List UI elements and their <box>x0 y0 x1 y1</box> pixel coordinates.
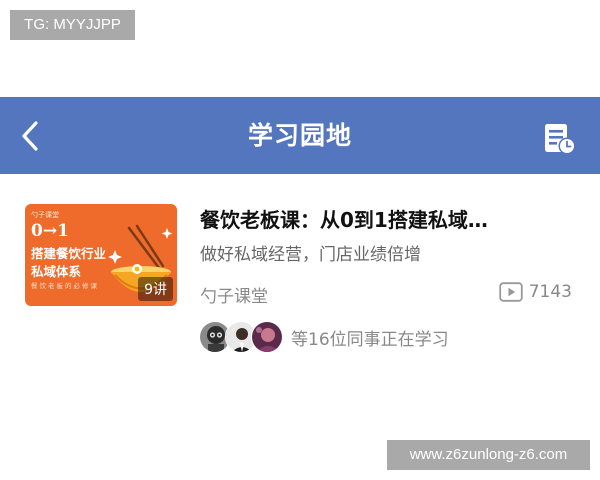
thumbnail-subline: 餐饮老板的必修课 <box>31 282 99 290</box>
course-subtitle: 做好私域经营，门店业绩倍增 <box>200 245 421 265</box>
course-provider: 勺子课堂 <box>200 287 268 307</box>
thumbnail-headline-2: 私域体系 <box>31 264 82 279</box>
view-count-value: 7143 <box>528 282 572 302</box>
page-title: 学习园地 <box>247 121 352 150</box>
course-title[interactable]: 餐饮老板课：从0到1搭建私域… <box>200 204 584 233</box>
top-navbar: 学习园地 <box>0 97 600 174</box>
colleague-learners[interactable]: 等16位同事正在学习 <box>199 321 449 353</box>
play-video-icon <box>499 282 523 302</box>
thumbnail-brand-tag: 勺子课堂 <box>31 211 59 219</box>
lessons-count-badge: 9讲 <box>138 277 173 301</box>
course-thumbnail[interactable]: 勺子课堂 0→1 搭建餐饮行业 私域体系 餐饮老板的必修课 9讲 <box>25 204 177 306</box>
course-card[interactable]: 勺子课堂 0→1 搭建餐饮行业 私域体系 餐饮老板的必修课 9讲 餐饮老板课：从… <box>24 200 584 353</box>
learners-text: 等16位同事正在学习 <box>291 329 449 350</box>
tg-label-overlay: TG: MYYJJPP <box>10 10 135 40</box>
view-count: 7143 <box>499 282 572 302</box>
document-clock-icon[interactable] <box>542 122 578 156</box>
watermark-overlay: www.z6zunlong-z6.com <box>387 440 590 470</box>
avatar <box>251 321 283 353</box>
thumbnail-number-mark: 0→1 <box>31 221 69 241</box>
page: TG: MYYJJPP 学习园地 勺子课堂 0→1 搭建餐饮行业 私域体系 餐饮… <box>0 0 600 480</box>
thumbnail-headline-1: 搭建餐饮行业 <box>31 246 107 261</box>
